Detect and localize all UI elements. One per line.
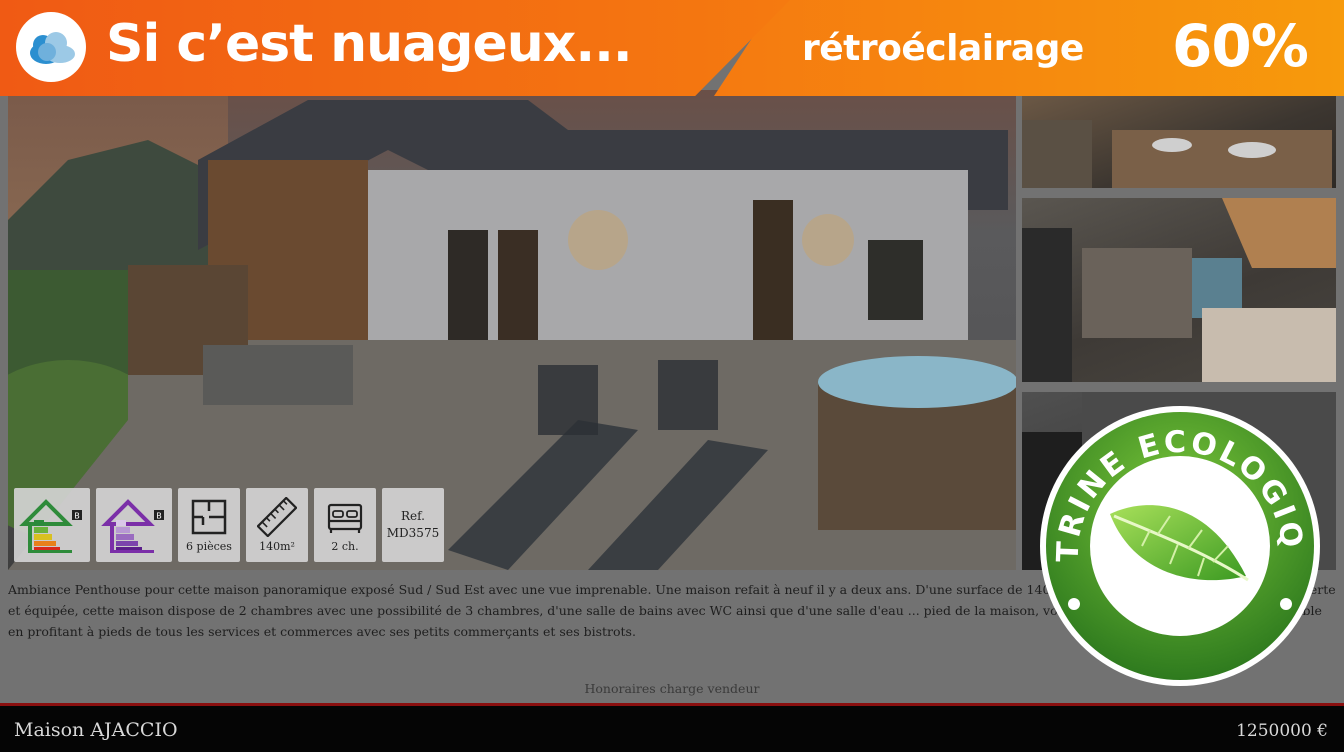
reference-value: MD3575	[386, 526, 440, 540]
banner-title: Si c’est nuageux...	[106, 14, 633, 74]
surface-label: 140m²	[259, 540, 295, 553]
reference-label: Ref.	[401, 509, 425, 523]
energy-rating-icon: B	[14, 488, 90, 562]
eco-badge: VITRINE ECOLOGIQUE	[1024, 377, 1322, 688]
cloud-icon	[16, 12, 86, 82]
feature-surface: 140m²	[246, 488, 308, 562]
property-name: Maison AJACCIO	[14, 719, 178, 741]
feature-icons: B B 6 pièces 140m² 2 ch. Ref. MD3575	[14, 488, 444, 562]
rooms-label: 6 pièces	[186, 540, 232, 553]
bottom-bar: Maison AJACCIO 1250000 €	[0, 703, 1344, 752]
bedrooms-label: 2 ch.	[331, 540, 359, 553]
thumbnail-dining-room[interactable]	[1022, 90, 1336, 188]
feature-reference: Ref. MD3575	[382, 488, 444, 562]
feature-rooms: 6 pièces	[178, 488, 240, 562]
thumbnail-kitchen[interactable]	[1022, 198, 1336, 382]
floor-plan-icon	[191, 499, 227, 535]
banner-subtitle: rétroéclairage	[802, 28, 1084, 69]
svg-text:B: B	[74, 512, 80, 521]
property-price: 1250000 €	[1236, 721, 1328, 741]
ghg-rating-icon: B	[96, 488, 172, 562]
svg-text:B: B	[156, 512, 162, 521]
bed-icon	[327, 503, 363, 533]
feature-bedrooms: 2 ch.	[314, 488, 376, 562]
banner-percentage: 60%	[1172, 12, 1309, 80]
ruler-icon	[257, 497, 297, 537]
